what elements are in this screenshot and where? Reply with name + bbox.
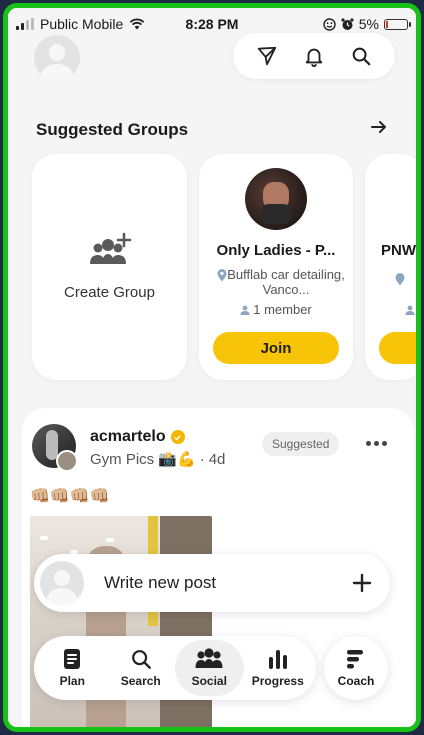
group-members-text: 1 member	[253, 302, 312, 317]
arrow-right-icon	[371, 121, 386, 133]
battery-icon	[384, 18, 411, 30]
group-members: 1 member	[199, 302, 353, 317]
plus-icon	[352, 573, 372, 593]
more-options-icon[interactable]	[366, 438, 390, 448]
header-actions	[233, 33, 395, 79]
post-username: acmartelo	[90, 428, 166, 445]
plan-icon	[64, 649, 81, 669]
group-card[interactable]: Only Ladies - P... Bufflab car detailing…	[199, 154, 353, 380]
notifications-button[interactable]	[299, 41, 329, 71]
wifi-icon	[130, 18, 145, 30]
write-post-bar[interactable]: Write new post	[34, 554, 390, 612]
profile-avatar[interactable]	[34, 35, 80, 81]
bell-icon	[305, 48, 323, 67]
send-button[interactable]	[252, 41, 282, 71]
group-name-partial: PNW	[381, 242, 416, 259]
location-pin-icon	[217, 269, 227, 282]
post-time: 4d	[208, 450, 226, 468]
join-button[interactable]: Join	[213, 332, 339, 364]
status-time: 8:28 PM	[185, 16, 239, 32]
join-button-partial[interactable]	[379, 332, 416, 364]
coach-icon	[347, 650, 363, 669]
search-icon	[352, 47, 371, 66]
post-author[interactable]: acmartelo	[90, 428, 185, 446]
search-button[interactable]	[346, 41, 376, 71]
nav-coach-label: Coach	[337, 674, 375, 688]
member-icon	[405, 305, 415, 315]
location-pin-icon	[395, 273, 405, 286]
post-group[interactable]: Gym Pics 📸💪	[90, 450, 196, 468]
nav-social[interactable]: Social	[175, 640, 244, 696]
post-meta: Gym Pics 📸💪 · 4d	[90, 450, 226, 469]
group-location: Bufflab car detailing, Vanco...	[213, 267, 345, 297]
alarm-icon	[341, 17, 354, 30]
nav-search[interactable]: Search	[107, 640, 176, 696]
nav-coach[interactable]: Coach	[324, 636, 388, 700]
search-icon	[131, 650, 151, 669]
group-card-partial[interactable]: PNW	[365, 154, 416, 380]
group-location-text: Bufflab car detailing, Vanco...	[227, 267, 345, 297]
social-icon	[195, 648, 223, 668]
progress-icon	[268, 650, 287, 669]
group-mini-avatar	[56, 450, 78, 472]
nav-progress[interactable]: Progress	[244, 640, 313, 696]
create-group-card[interactable]: Create Group	[32, 154, 187, 380]
suggested-badge: Suggested	[262, 432, 340, 456]
nav-plan[interactable]: Plan	[38, 640, 107, 696]
signal-icon	[16, 18, 34, 30]
see-all-groups-button[interactable]	[365, 113, 393, 141]
group-name: Only Ladies - P...	[216, 242, 336, 259]
nav-search-label: Search	[120, 674, 161, 688]
member-icon	[240, 305, 250, 315]
meta-separator: ·	[199, 450, 205, 468]
write-post-label: Write new post	[104, 573, 217, 592]
create-group-label: Create Group	[64, 284, 155, 301]
lock-rotation-icon	[323, 17, 336, 31]
app-screen: Public Mobile 8:28 PM 5% Suggested Group…	[8, 8, 416, 727]
nav-plan-label: Plan	[59, 674, 85, 688]
section-title: Suggested Groups	[36, 120, 189, 139]
bottom-nav: Plan Search Social Progress	[34, 636, 316, 700]
nav-social-label: Social	[191, 674, 227, 688]
send-icon	[257, 46, 276, 66]
carrier-name: Public Mobile	[40, 16, 124, 32]
battery-percent: 5%	[358, 16, 379, 32]
status-bar: Public Mobile 8:28 PM 5%	[16, 14, 411, 34]
new-post-button[interactable]	[348, 569, 376, 597]
group-image	[245, 168, 307, 230]
device-frame: Public Mobile 8:28 PM 5% Suggested Group…	[3, 3, 421, 732]
verified-icon	[170, 430, 185, 444]
compose-avatar	[40, 561, 84, 605]
add-group-icon	[90, 232, 132, 264]
nav-progress-label: Progress	[251, 674, 304, 688]
post-text: 👊🏼👊🏼👊🏼👊🏼	[30, 488, 110, 505]
